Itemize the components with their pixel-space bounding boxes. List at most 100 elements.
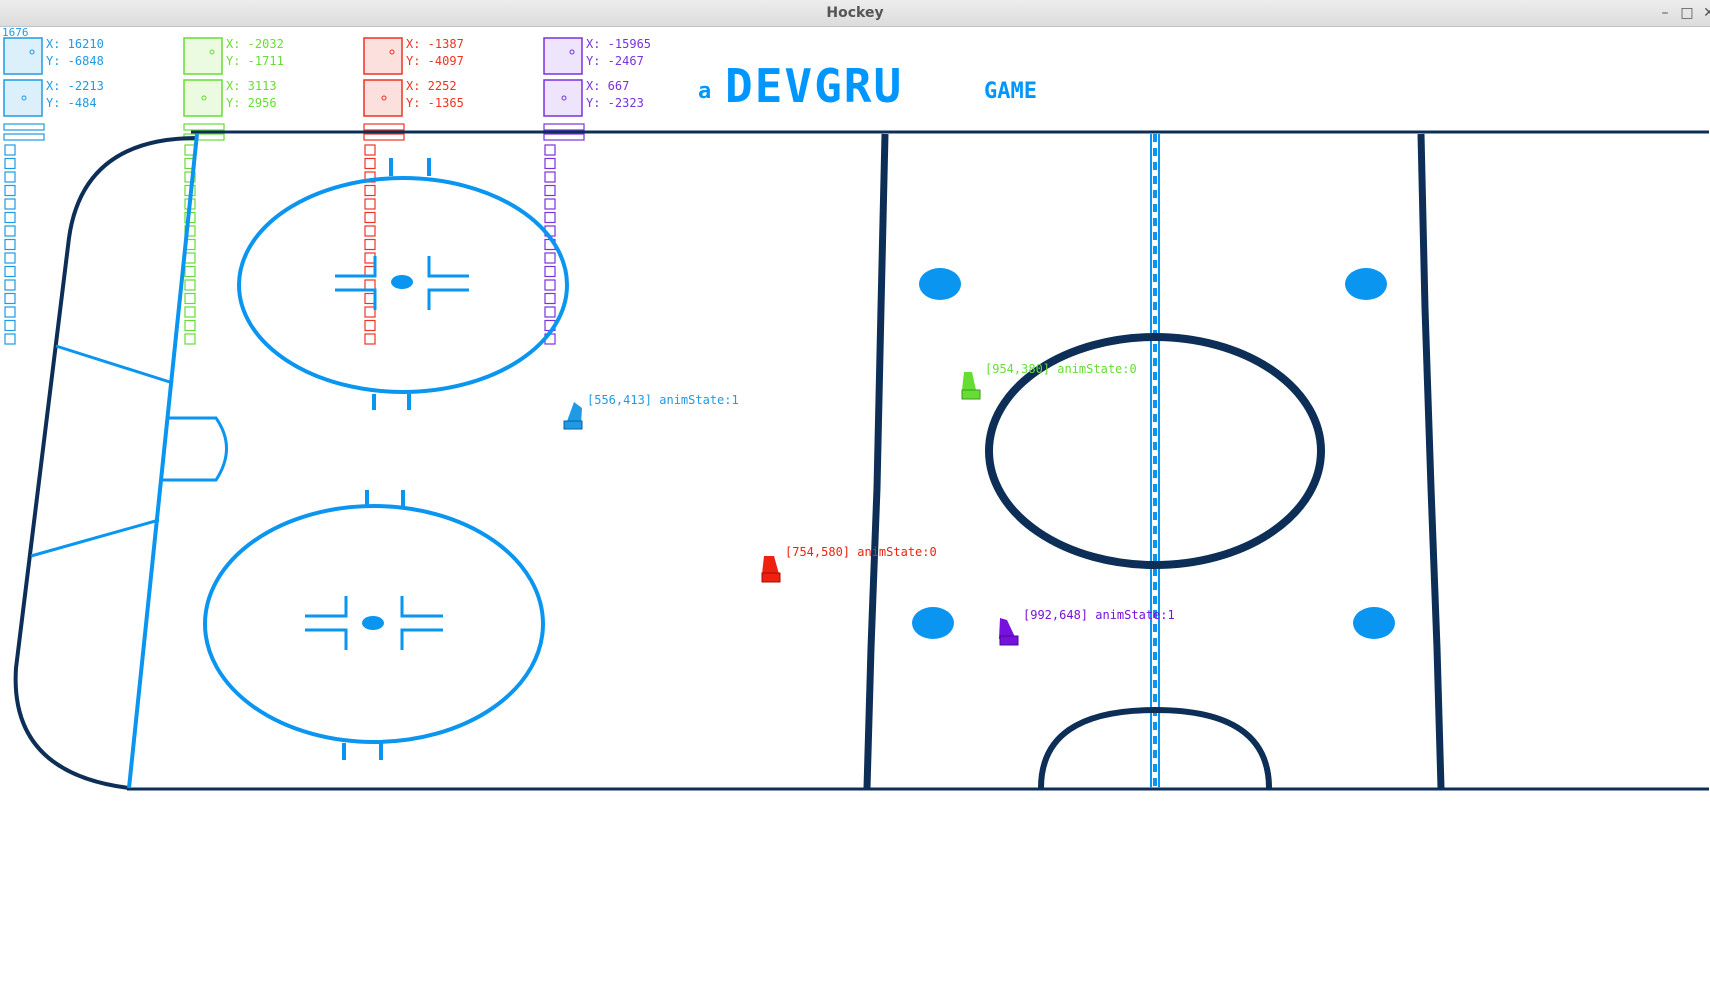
hud-bar: [543, 123, 585, 131]
hud-slot: [4, 252, 16, 264]
blue-line-right: [1417, 133, 1445, 789]
hud-y-readout: Y: -4097: [406, 54, 464, 68]
referee-crease: [1038, 706, 1272, 789]
hud-x-readout: X: 3113: [226, 79, 277, 93]
window-title: Hockey: [826, 5, 884, 21]
minimize-button[interactable]: –: [1655, 4, 1675, 22]
hud-slot: [184, 279, 196, 291]
hud-bar: [363, 133, 405, 141]
hud-x-readout: X: 2252: [406, 79, 457, 93]
hud-slot: [4, 144, 16, 156]
hud-panel: X: -15965 Y: -2467 X: 667 Y: -2323: [543, 37, 651, 345]
hud-bar: [3, 123, 45, 131]
hud-slot: [4, 319, 16, 332]
hud-bar: [183, 123, 225, 131]
game-scene: 1676 a DEVGRU GAME X: 16210Y: -6848X: -2…: [2, 26, 1709, 791]
game-canvas[interactable]: 1676 a DEVGRU GAME X: 16210 Y: -6848 X: -2…: [1, 26, 1709, 987]
hud-slot: [4, 292, 16, 305]
hud-slot: [184, 265, 196, 278]
trapezoid-line-top: [55, 344, 174, 385]
hud-slot: [4, 306, 16, 318]
player-blue[interactable]: [556,413] animState:1: [563, 393, 739, 430]
hud-bar: [3, 133, 45, 141]
hud-slot: [4, 265, 16, 278]
hud-radar-box: [3, 37, 43, 75]
close-button[interactable]: ✕: [1699, 4, 1710, 22]
hud-panel: X: -1387 Y: -4097 X: 2252 Y: -1365: [363, 37, 464, 345]
hud-x-readout: X: -2032: [226, 37, 284, 51]
hud-slot: [4, 171, 16, 183]
hud-y-readout: Y: -2467: [586, 54, 644, 68]
hud-slot: [184, 292, 196, 305]
hud-slot: [364, 157, 376, 170]
hud-slot: [4, 225, 16, 237]
hud-slot: [364, 238, 376, 251]
hud-slot: [184, 319, 196, 332]
logo-main: DEVGRU: [725, 59, 903, 113]
hud-slot: [364, 225, 376, 237]
hud-slot: [544, 144, 556, 156]
hud-slot: [4, 211, 16, 224]
hud-radar-box: [543, 79, 583, 117]
hud-y-readout: Y: -1711: [226, 54, 284, 68]
player-label: [992,648] animState:1: [1023, 608, 1175, 622]
faceoff-dot: [919, 268, 961, 300]
trapezoid-line-bottom: [30, 518, 160, 558]
player-green[interactable]: [954,380] animState:0: [961, 362, 1137, 400]
center-line: [1150, 134, 1160, 788]
rink: [13, 130, 1709, 791]
hud-x-readout: X: 16210: [46, 37, 104, 51]
hud-x-readout: X: -2213: [46, 79, 104, 93]
goal-line: [127, 133, 199, 789]
faceoff-circle-top: [237, 158, 569, 410]
maximize-button[interactable]: □: [1677, 4, 1697, 22]
hud-y-readout: Y: -6848: [46, 54, 104, 68]
devgru-logo: a DEVGRU GAME: [698, 59, 1037, 113]
logo-prefix: a: [698, 79, 711, 104]
hud-radar-box: [183, 79, 223, 117]
player-purple[interactable]: [992,648] animState:1: [999, 608, 1175, 646]
hud-slot: [184, 306, 196, 318]
hud-slot: [544, 292, 556, 305]
hud-slot: [544, 184, 556, 197]
hud-slot: [544, 157, 556, 170]
hud-slot: [364, 198, 376, 210]
logo-suffix: GAME: [984, 79, 1037, 104]
player-label: [754,580] animState:0: [785, 545, 937, 559]
hud-slot: [4, 238, 16, 251]
faceoff-dot: [1353, 607, 1395, 639]
player-label: [954,380] animState:0: [985, 362, 1137, 376]
hud-radar-box: [3, 79, 43, 117]
hud-slot: [4, 198, 16, 210]
hud-slot: [544, 279, 556, 291]
hud-slot: [364, 319, 376, 332]
hud-slot: [544, 252, 556, 264]
hud-radar-box: [183, 37, 223, 75]
hud-slot: [364, 144, 376, 156]
hud-panel: X: 16210 Y: -6848 X: -2213 Y: -484: [3, 37, 104, 345]
player-label: [556,413] animState:1: [587, 393, 739, 407]
hud-slot: [4, 184, 16, 197]
hud-bar: [543, 133, 585, 141]
hud-radar-box: [363, 79, 403, 117]
faceoff-dot: [912, 607, 954, 639]
hud-radar-box: [363, 37, 403, 75]
hud-slot: [544, 198, 556, 210]
hud-bar: [363, 123, 405, 131]
title-bar: Hockey – □ ✕: [0, 0, 1710, 27]
faceoff-circle-bottom: [203, 490, 545, 760]
hud-slot: [184, 333, 196, 345]
hud-y-readout: Y: -1365: [406, 96, 464, 110]
hud-slot: [4, 279, 16, 291]
hud-x-readout: X: -15965: [586, 37, 651, 51]
hud-panel: X: -2032 Y: -1711 X: 3113 Y: 2956: [183, 37, 284, 345]
player-red[interactable]: [754,580] animState:0: [761, 545, 937, 583]
hud-slot: [4, 157, 16, 170]
blue-line-left: [863, 133, 889, 789]
goal-crease: [163, 416, 228, 482]
hud-slot: [544, 211, 556, 224]
hud-slot: [4, 333, 16, 345]
hud-slot: [544, 265, 556, 278]
hud-x-readout: X: 667: [586, 79, 629, 93]
hud-slot: [544, 171, 556, 183]
